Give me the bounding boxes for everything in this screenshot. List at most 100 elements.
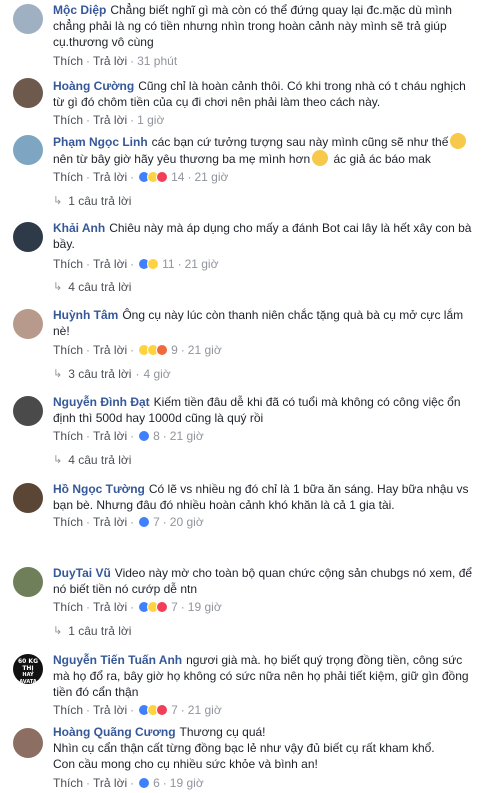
reaction-count[interactable]: 9 [171,342,178,358]
comment-author[interactable]: Huỳnh Tâm [53,308,118,322]
comment-actions: Thích · Trả lời · 8 · 21 giờ [53,428,204,444]
timestamp[interactable]: 21 giờ [188,342,222,358]
like-link[interactable]: Thích [53,775,83,791]
view-replies[interactable]: ↳ 3 câu trả lời · 4 giờ [53,366,171,382]
view-replies[interactable]: ↳ 1 câu trả lời [53,193,131,209]
comment: Hoàng Quãng Cương Thương cụ quá! Nhìn cụ … [0,722,498,793]
timestamp[interactable]: 19 giờ [188,599,222,615]
comment: Khải Anh Chiêu này mà áp dụng cho mấy a đ… [0,218,498,298]
reactions[interactable] [138,258,160,270]
avatar[interactable]: 60 KG THỊ HAY AVATA [13,654,43,684]
comment: Nguyễn Đình Đạt Kiếm tiền đâu dễ khi đã c… [0,392,498,472]
reaction-count[interactable]: 7 [171,599,178,615]
replies-timestamp: 4 giờ [143,367,171,381]
avatar[interactable] [13,396,43,426]
reaction-count[interactable]: 7 [153,514,160,530]
comment-author[interactable]: Mộc Diệp [53,3,106,17]
like-link[interactable]: Thích [53,256,83,272]
like-link[interactable]: Thích [53,53,83,69]
reply-link[interactable]: Trả lời [93,702,127,718]
reply-link[interactable]: Trả lời [93,514,127,530]
timestamp[interactable]: 20 giờ [170,514,204,530]
reply-link[interactable]: Trả lời [93,53,127,69]
comment-author[interactable]: Hoàng Cường [53,79,134,93]
like-link[interactable]: Thích [53,169,83,185]
view-replies[interactable]: ↳ 4 câu trả lời [53,279,131,295]
replies-count[interactable]: 4 câu trả lời [68,279,131,295]
reply-link[interactable]: Trả lời [93,169,127,185]
separator: · [180,343,185,357]
reaction-count[interactable]: 6 [153,775,160,791]
comment-author[interactable]: DuyTai Vũ [53,566,111,580]
timestamp[interactable]: 19 giờ [170,775,204,791]
timestamp[interactable]: 21 giờ [185,256,219,272]
reply-link[interactable]: Trả lời [93,775,127,791]
avatar[interactable] [13,222,43,252]
reply-link[interactable]: Trả lời [93,599,127,615]
avatar[interactable] [13,78,43,108]
avatar[interactable] [13,4,43,34]
timestamp[interactable]: 31 phút [137,53,177,69]
reply-link[interactable]: Trả lời [93,256,127,272]
comment-text: Video này mờ cho toàn bộ quan chức cộng … [114,566,473,580]
replies-count[interactable]: 3 câu trả lời [68,366,131,382]
comment-author[interactable]: Phạm Ngọc Linh [53,135,148,149]
reactions[interactable] [138,344,169,356]
reply-link[interactable]: Trả lời [93,342,127,358]
avatar[interactable] [13,483,43,513]
comment-body: Mộc Diệp Chẳng biết nghĩ gì mà còn có thể… [53,2,486,50]
like-link[interactable]: Thích [53,599,83,615]
timestamp[interactable]: 1 giờ [137,112,164,128]
reaction-count[interactable]: 11 [162,256,174,272]
reactions[interactable] [138,516,151,528]
separator: · [135,367,140,381]
comment-text: cụ.thương vô cùng [53,35,154,49]
reply-link[interactable]: Trả lời [93,428,127,444]
timestamp[interactable]: 21 giờ [188,702,222,718]
comment-text: Ông cụ này lúc còn thanh niên chắc tặng … [122,308,464,322]
view-replies[interactable]: ↳ 1 câu trả lời [53,623,131,639]
reply-link[interactable]: Trả lời [93,112,127,128]
reactions[interactable] [138,777,151,789]
comment-text: từ gì đó chôm tiền của cụ đi chơi nên ph… [53,95,381,109]
reaction-count[interactable]: 7 [171,702,178,718]
replies-count[interactable]: 4 câu trả lời [68,452,131,468]
avatar[interactable] [13,728,43,758]
reactions[interactable] [138,601,169,613]
comment-text: Con cầu mong cho cụ nhiều sức khỏe và bì… [53,757,318,771]
like-link[interactable]: Thích [53,342,83,358]
reactions[interactable] [138,171,169,183]
like-link[interactable]: Thích [53,112,83,128]
timestamp[interactable]: 21 giờ [194,169,228,185]
comment-author[interactable]: Khải Anh [53,221,105,235]
comment-text: bạn bè. Nhưng đâu đó nhiều hoàn cảnh khó… [53,498,395,512]
comment-actions: Thích · Trả lời · 7 · 21 giờ [53,702,222,718]
avatar[interactable] [13,135,43,165]
comment-actions: Thích · Trả lời · 7 · 20 giờ [53,514,204,530]
like-link[interactable]: Thích [53,428,83,444]
reactions[interactable] [138,704,169,716]
reaction-count[interactable]: 8 [153,428,160,444]
reply-arrow-icon: ↳ [53,368,63,380]
timestamp[interactable]: 21 giờ [170,428,204,444]
like-link[interactable]: Thích [53,702,83,718]
comment-text: ác giả ác báo mak [333,152,431,166]
replies-count[interactable]: 1 câu trả lời [68,623,131,639]
avatar[interactable] [13,309,43,339]
replies-count[interactable]: 1 câu trả lời [68,193,131,209]
comment: Hồ Ngọc Tường Có lẽ vs nhiều ng đó chỉ là… [0,479,498,531]
reaction-count[interactable]: 14 [171,169,184,185]
like-link[interactable]: Thích [53,514,83,530]
comment: Phạm Ngọc Linh các bạn cứ tưởng tượng sau… [0,131,498,211]
avatar[interactable] [13,567,43,597]
reactions[interactable] [138,430,151,442]
comment-author[interactable]: Nguyễn Đình Đạt [53,395,150,409]
comment-author[interactable]: Hồ Ngọc Tường [53,482,145,496]
comment-body: Khải Anh Chiêu này mà áp dụng cho mấy a đ… [53,220,486,252]
comment-text: bầy. [53,237,75,251]
comment-text: Cũng chỉ là hoàn cảnh thôi. Có khi trong… [138,79,466,93]
comment: Hoàng Cường Cũng chỉ là hoàn cảnh thôi. C… [0,76,498,128]
comment-author[interactable]: Hoàng Quãng Cương [53,725,176,739]
view-replies[interactable]: ↳ 4 câu trả lời [53,452,131,468]
comment-author[interactable]: Nguyễn Tiến Tuấn Anh [53,653,182,667]
